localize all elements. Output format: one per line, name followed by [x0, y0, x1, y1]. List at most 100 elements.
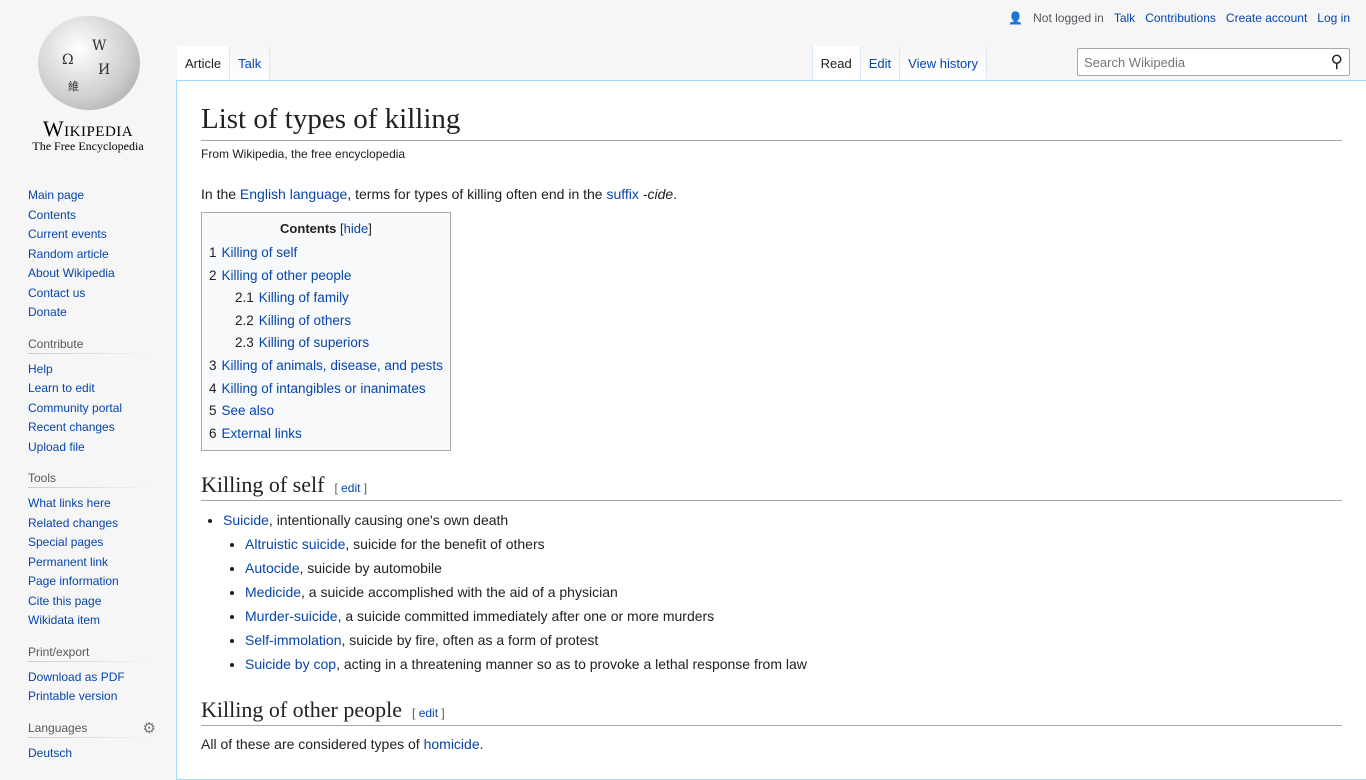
- contributions-link[interactable]: Contributions: [1145, 11, 1216, 25]
- toc-item[interactable]: 2 Killing of other people: [209, 265, 443, 288]
- sidebar-item-upload-file[interactable]: Upload file: [28, 440, 85, 454]
- section-title: Killing of self: [201, 472, 325, 498]
- sidebar-item-random-article[interactable]: Random article: [28, 247, 109, 261]
- toc-item[interactable]: 1 Killing of self: [209, 242, 443, 265]
- toc-link[interactable]: 2.1 Killing of family: [235, 290, 349, 305]
- toc-number: 1: [209, 245, 217, 261]
- gear-icon[interactable]: ⚙: [143, 719, 156, 737]
- sidebar-item-related-changes[interactable]: Related changes: [28, 516, 118, 530]
- sidebar-item-what-links-here[interactable]: What links here: [28, 496, 111, 510]
- wikipedia-logo[interactable]: ΩWИ維 Wikipedia The Free Encyclopedia: [0, 0, 176, 160]
- toc-title: Contents: [280, 221, 337, 237]
- tab-edit-label[interactable]: Edit: [869, 56, 891, 71]
- homicide-link[interactable]: homicide: [424, 736, 480, 752]
- toc-number: 2.1: [235, 290, 254, 306]
- paragraph-text: .: [479, 735, 484, 752]
- toc-item[interactable]: 3 Killing of animals, disease, and pests: [209, 355, 443, 378]
- self-immolation-link[interactable]: Self-immolation: [245, 632, 341, 648]
- globe-icon: ΩWИ維: [38, 16, 140, 110]
- tab-read[interactable]: Read: [811, 46, 861, 80]
- toc-item[interactable]: 2.3 Killing of superiors: [209, 332, 443, 355]
- sidebar-item-help[interactable]: Help: [28, 362, 53, 376]
- sidebar-item-deutsch[interactable]: Deutsch: [28, 746, 72, 760]
- toc-item[interactable]: 5 See also: [209, 400, 443, 423]
- toc-number: 3: [209, 358, 217, 374]
- sidebar-item-main-page[interactable]: Main page: [28, 188, 84, 202]
- toc-link[interactable]: 1 Killing of self: [209, 245, 297, 260]
- section-heading-killing-of-self: Killing of self[ edit ]: [201, 471, 1342, 502]
- english-language-link[interactable]: English language: [240, 186, 347, 202]
- toc-link[interactable]: 3 Killing of animals, disease, and pests: [209, 358, 443, 373]
- sidebar-item-download-as-pdf[interactable]: Download as PDF: [28, 670, 125, 684]
- sidebar-item-special-pages[interactable]: Special pages: [28, 535, 103, 549]
- article-content: List of types of killing From Wikipedia,…: [176, 80, 1366, 780]
- talk-link[interactable]: Talk: [1114, 11, 1135, 25]
- sidebar-item-current-events[interactable]: Current events: [28, 227, 107, 241]
- list-item-text: , suicide by automobile: [299, 560, 442, 577]
- sidebar-item-cite-this-page[interactable]: Cite this page: [28, 594, 101, 608]
- sidebar-item-printable-version[interactable]: Printable version: [28, 689, 117, 703]
- not-logged-in: Not logged in: [1033, 11, 1104, 25]
- user-icon: 👤: [1008, 11, 1024, 25]
- toc-item[interactable]: 4 Killing of intangibles or inanimates: [209, 378, 443, 401]
- tab-talk-label[interactable]: Talk: [238, 56, 261, 71]
- intro-text: , terms for types of killing often end i…: [347, 185, 607, 202]
- toc-text: See also: [221, 403, 275, 419]
- autocide-link[interactable]: Autocide: [245, 560, 299, 576]
- list-item: Self-immolation, suicide by fire, often …: [245, 628, 1342, 652]
- list-item: Medicide, a suicide accomplished with th…: [245, 580, 1342, 604]
- create-account-link[interactable]: Create account: [1226, 11, 1307, 25]
- search-input[interactable]: Search Wikipedia ⚲: [1077, 48, 1350, 76]
- sidebar-item-community-portal[interactable]: Community portal: [28, 401, 122, 415]
- sidebar-item-contents[interactable]: Contents: [28, 208, 76, 222]
- section-title: Killing of other people: [201, 697, 403, 723]
- search-icon[interactable]: ⚲: [1331, 52, 1343, 72]
- tools-heading: Tools: [28, 471, 153, 488]
- toc-link[interactable]: 5 See also: [209, 403, 274, 418]
- tab-history-label[interactable]: View history: [908, 56, 978, 71]
- contribute-heading: Contribute: [28, 336, 153, 354]
- suicide-link[interactable]: Suicide: [223, 512, 269, 528]
- toc-link[interactable]: 2.3 Killing of superiors: [235, 335, 369, 350]
- murder-suicide-link[interactable]: Murder-suicide: [245, 608, 338, 624]
- toc-number: 2: [209, 267, 217, 283]
- toc-link[interactable]: 2.2 Killing of others: [235, 313, 351, 328]
- tab-edit[interactable]: Edit: [860, 46, 901, 80]
- toc-link[interactable]: 6 External links: [209, 426, 302, 441]
- toc-item[interactable]: 2.1 Killing of family: [209, 287, 443, 310]
- sidebar-item-permanent-link[interactable]: Permanent link: [28, 555, 108, 569]
- section-paragraph: All of these are considered types of hom…: [201, 733, 1342, 755]
- list-item: Suicide, intentionally causing one's own…: [223, 508, 1342, 676]
- tab-article-label[interactable]: Article: [185, 56, 221, 71]
- suicide-by-cop-link[interactable]: Suicide by cop: [245, 656, 336, 672]
- sidebar-item-learn-to-edit[interactable]: Learn to edit: [28, 381, 95, 395]
- sidebar-item-donate[interactable]: Donate: [28, 305, 67, 319]
- altruistic-suicide-link[interactable]: Altruistic suicide: [245, 536, 345, 552]
- toc-item[interactable]: 2.2 Killing of others: [209, 310, 443, 333]
- print-heading: Print/export: [28, 644, 153, 662]
- tab-article[interactable]: Article: [177, 46, 231, 80]
- languages-heading: Languages ⚙: [28, 719, 156, 738]
- toc-link[interactable]: 4 Killing of intangibles or inanimates: [209, 381, 426, 396]
- edit-section-link[interactable]: edit: [341, 481, 360, 495]
- tab-read-label[interactable]: Read: [821, 56, 852, 71]
- tab-view-history[interactable]: View history: [900, 46, 987, 80]
- toc-text: Killing of superiors: [258, 335, 370, 351]
- suffix-link[interactable]: suffix: [606, 186, 638, 202]
- login-link[interactable]: Log in: [1317, 11, 1350, 25]
- sidebar-item-page-information[interactable]: Page information: [28, 574, 119, 588]
- sidebar-item-wikidata-item[interactable]: Wikidata item: [28, 613, 100, 627]
- toc-link[interactable]: 2 Killing of other people: [209, 268, 351, 283]
- list-item: Suicide by cop, acting in a threatening …: [245, 652, 1342, 676]
- sidebar-item-recent-changes[interactable]: Recent changes: [28, 420, 115, 434]
- tab-talk[interactable]: Talk: [230, 46, 271, 80]
- sidebar-item-about-wikipedia[interactable]: About Wikipedia: [28, 266, 115, 280]
- intro-paragraph: In the English language, terms for types…: [201, 183, 1342, 205]
- medicide-link[interactable]: Medicide: [245, 584, 301, 600]
- edit-section-link[interactable]: edit: [419, 706, 438, 720]
- list-item: Altruistic suicide, suicide for the bene…: [245, 532, 1342, 556]
- sidebar-item-contact-us[interactable]: Contact us: [28, 286, 85, 300]
- toc-item[interactable]: 6 External links: [209, 423, 443, 446]
- languages-title: Languages: [28, 720, 88, 735]
- toc-hide-link[interactable]: hide: [344, 221, 369, 236]
